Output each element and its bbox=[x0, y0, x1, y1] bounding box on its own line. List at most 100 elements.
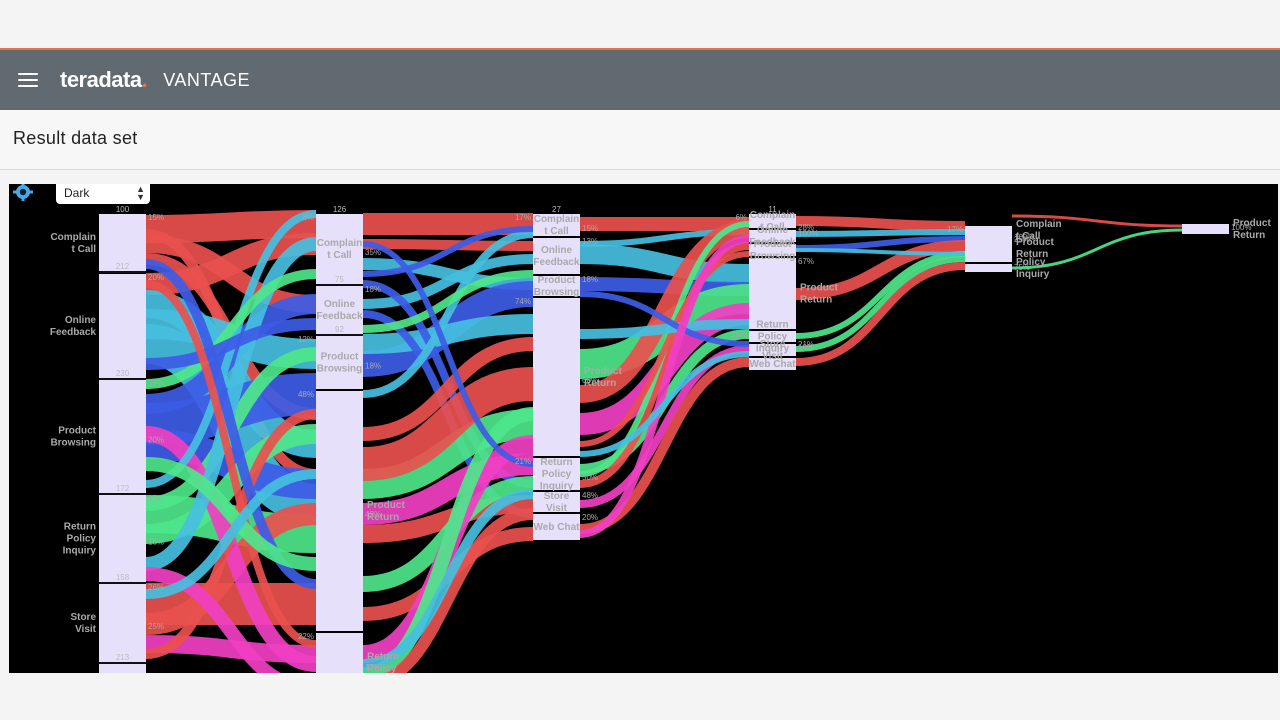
node-label: Browsing bbox=[534, 287, 580, 298]
sankey-link[interactable] bbox=[579, 319, 750, 339]
brand-name: teradata bbox=[60, 67, 142, 92]
node-label: Browsing bbox=[317, 364, 363, 375]
node-count-label: 126 bbox=[333, 205, 347, 214]
node-label: t Call bbox=[544, 226, 569, 237]
node-label: Return bbox=[800, 295, 832, 306]
link-percent-label: 10% bbox=[798, 343, 814, 352]
node-count-label: 100 bbox=[116, 205, 130, 214]
node-label: Store bbox=[760, 339, 786, 350]
link-percent-label: 74% bbox=[515, 297, 531, 306]
sankey-node[interactable] bbox=[99, 584, 146, 662]
sankey-node[interactable] bbox=[749, 258, 796, 329]
link-percent-label: 20% bbox=[582, 513, 598, 522]
sankey-node[interactable] bbox=[533, 298, 580, 456]
node-label: Online bbox=[324, 299, 356, 310]
sankey-node[interactable] bbox=[965, 226, 1012, 234]
sankey-node[interactable] bbox=[316, 633, 363, 673]
sankey-svg[interactable]: 2122301721582137592Complaint Call10015%O… bbox=[9, 184, 1278, 673]
link-percent-label: 15% bbox=[731, 330, 747, 339]
page-header: Result data set bbox=[0, 110, 1280, 170]
node-separator bbox=[316, 284, 363, 286]
node-separator bbox=[99, 662, 146, 664]
node-label: Return bbox=[756, 320, 788, 331]
sankey-node[interactable] bbox=[99, 664, 146, 673]
node-label: Product bbox=[58, 426, 96, 437]
link-percent-label: 15% bbox=[148, 538, 164, 547]
sankey-node[interactable] bbox=[99, 380, 146, 493]
link-percent-label: 60% bbox=[582, 376, 598, 385]
gear-icon[interactable] bbox=[9, 184, 37, 204]
sankey-link[interactable] bbox=[795, 216, 966, 231]
sankey-node[interactable] bbox=[965, 234, 1012, 262]
sankey-node[interactable] bbox=[965, 264, 1012, 272]
sankey-node[interactable] bbox=[533, 238, 580, 274]
node-label: t Call bbox=[72, 244, 97, 255]
node-separator bbox=[99, 271, 146, 273]
link-percent-label: 18% bbox=[365, 362, 381, 371]
sankey-node[interactable] bbox=[1182, 224, 1229, 234]
node-label: t Call bbox=[327, 250, 352, 261]
node-count-label: 230 bbox=[116, 369, 130, 378]
browser-top-strip bbox=[0, 0, 1280, 48]
link-percent-label: 17% bbox=[515, 213, 531, 222]
sankey-node[interactable] bbox=[99, 495, 146, 582]
node-label: Complain bbox=[1016, 219, 1062, 230]
link-percent-label: 8% bbox=[302, 213, 314, 222]
sankey-link[interactable] bbox=[362, 239, 534, 251]
sankey-node[interactable] bbox=[316, 336, 363, 389]
node-label: Policy bbox=[542, 469, 572, 480]
link-percent-label: 67% bbox=[798, 257, 814, 266]
node-label: Product bbox=[800, 283, 838, 294]
link-percent-label: 18% bbox=[365, 285, 381, 294]
node-count-label: 158 bbox=[116, 573, 130, 582]
app-header: teradata. VANTAGE bbox=[0, 48, 1280, 110]
link-percent-label: 75% bbox=[1014, 263, 1030, 272]
link-percent-label: 13% bbox=[582, 237, 598, 246]
node-separator bbox=[99, 493, 146, 495]
node-label: Product bbox=[754, 239, 792, 250]
node-label: Feedback bbox=[50, 327, 97, 338]
sankey-node[interactable] bbox=[316, 391, 363, 631]
node-count-label: 213 bbox=[116, 653, 130, 662]
link-percent-label: 48% bbox=[298, 390, 314, 399]
node-label: Browsing bbox=[750, 251, 796, 262]
link-percent-label: 100% bbox=[1231, 223, 1251, 232]
sankey-node[interactable] bbox=[99, 274, 146, 378]
node-label: Online bbox=[757, 225, 789, 236]
brand-logo: teradata. bbox=[60, 67, 148, 93]
sankey-link[interactable] bbox=[795, 229, 966, 237]
link-percent-label: 17% bbox=[365, 663, 381, 672]
node-count-label: 212 bbox=[116, 262, 130, 271]
link-percent-label: 6% bbox=[735, 213, 747, 222]
sankey-node[interactable] bbox=[316, 214, 363, 284]
node-label: Product bbox=[538, 275, 576, 286]
node-count-label: 11 bbox=[768, 205, 777, 214]
node-label: Return bbox=[367, 652, 399, 663]
link-percent-label: 50% bbox=[582, 473, 598, 482]
select-arrows-icon: ▲ ▼ bbox=[136, 184, 145, 202]
link-percent-label: 100% bbox=[1014, 233, 1034, 242]
node-label: Complain bbox=[317, 238, 363, 249]
node-count-label: 75 bbox=[335, 275, 344, 284]
theme-select[interactable]: Dark ▲ ▼ bbox=[56, 184, 150, 204]
node-separator bbox=[99, 378, 146, 380]
link-percent-label: 20% bbox=[148, 436, 164, 445]
page-title: Result data set bbox=[13, 128, 138, 148]
node-count-label: 92 bbox=[335, 325, 344, 334]
node-label: Complain bbox=[534, 214, 580, 225]
sankey-visualization[interactable]: 212 230 172 158 213 75 92 Complain t Call 100 15% O… bbox=[9, 184, 1278, 673]
node-label: Browsing bbox=[50, 438, 96, 449]
node-label: Complain bbox=[50, 232, 96, 243]
link-percent-label: 18% bbox=[582, 275, 598, 284]
node-label: Online bbox=[541, 245, 573, 256]
node-separator bbox=[99, 582, 146, 584]
hamburger-menu-icon[interactable] bbox=[18, 73, 38, 87]
link-percent-label: 21% bbox=[515, 457, 531, 466]
node-label: Web Chat bbox=[750, 359, 797, 370]
node-label: Web Chat bbox=[534, 522, 581, 533]
product-name: VANTAGE bbox=[163, 69, 251, 90]
link-percent-label: 48% bbox=[582, 491, 598, 500]
node-label: Return bbox=[64, 522, 96, 533]
node-label: Product bbox=[321, 352, 359, 363]
link-percent-label: 100% bbox=[798, 229, 818, 238]
